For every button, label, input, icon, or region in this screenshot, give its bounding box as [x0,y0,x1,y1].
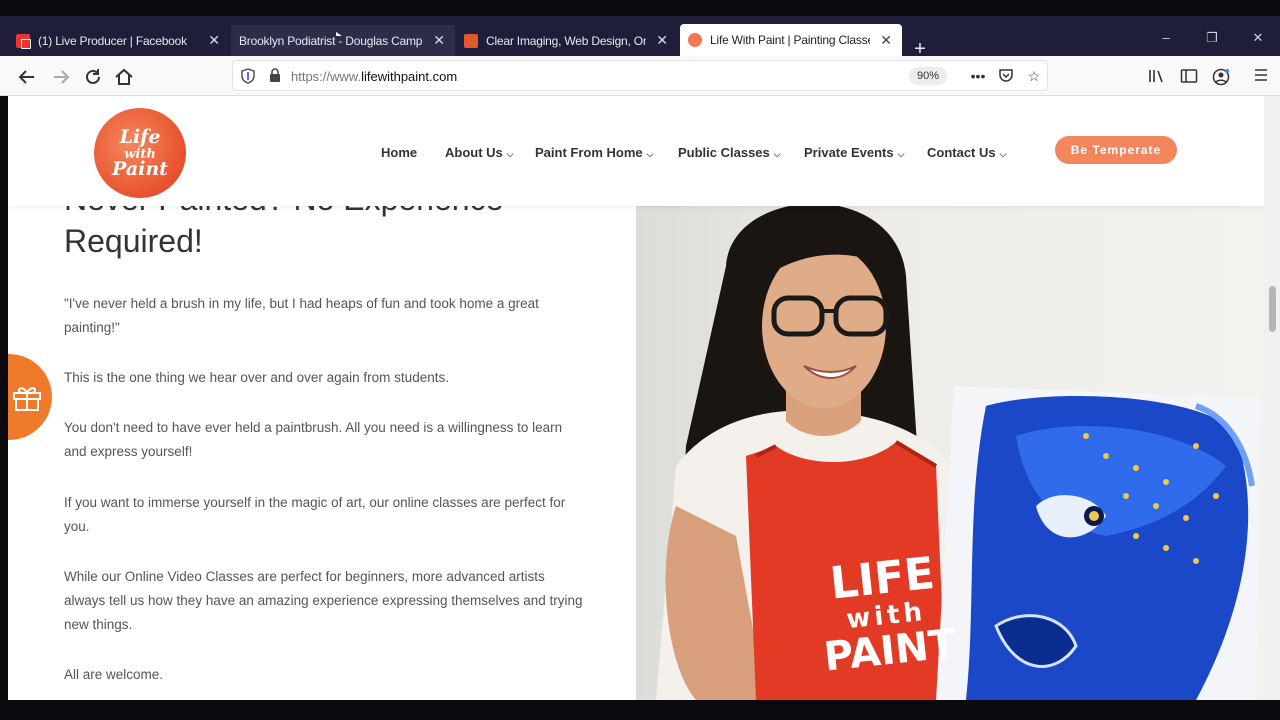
sidebar-icon[interactable] [1180,68,1198,86]
scrollbar-thumb[interactable] [1269,286,1276,332]
forward-button[interactable] [50,66,72,88]
tab-clear-imaging[interactable]: Clear Imaging, Web Design, Onl ✕ [456,25,678,56]
reload-icon [86,69,100,84]
site-header: Life with Paint Home About Us ⌵ Paint Fro… [8,96,1264,206]
nav-about-us[interactable]: About Us ⌵ [445,145,514,160]
chevron-down-icon: ⌵ [646,149,654,159]
nav-home-label: Home [381,145,418,160]
close-tab-icon[interactable]: ✕ [206,32,222,49]
window-bottom-edge [0,700,1280,720]
web-page: Life with Paint Home About Us ⌵ Paint Fro… [8,96,1264,700]
paragraph-online-classes: If you want to immerse yourself in the m… [64,495,566,534]
tab-title: Life With Paint | Painting Classe [710,33,870,47]
page-scrollbar[interactable] [1264,96,1280,700]
tab-life-with-paint[interactable]: Life With Paint | Painting Classe ✕ [680,24,902,56]
tab-facebook[interactable]: (1) Live Producer | Facebook ✕ [8,25,230,56]
nav-private-events[interactable]: Private Events ⌵ [804,145,904,160]
chevron-down-icon: ⌵ [999,149,1007,159]
address-bar[interactable]: https://www.lifewithpaint.com 90% ••• ☆ [232,60,1048,91]
bookmark-star-icon[interactable]: ☆ [1025,67,1043,85]
restore-button[interactable]: ❐ [1202,30,1222,46]
close-window-button[interactable]: ✕ [1248,30,1268,46]
logo-line-3: Paint [112,158,168,180]
url-prefix: https://www. [291,69,362,84]
account-icon[interactable] [1212,68,1230,86]
close-tab-icon[interactable]: ✕ [431,32,447,49]
tab-title: Clear Imaging, Web Design, Onl [486,33,646,48]
life-with-paint-logo[interactable]: Life with Paint [94,108,186,198]
account-icon [1212,68,1230,86]
mouse-cursor-icon [336,32,342,36]
nav-public-classes-label: Public Classes [678,145,770,160]
paragraph-advanced-artists: While our Online Video Classes are perfe… [64,569,583,632]
page-actions-icon[interactable]: ••• [969,67,987,85]
facebook-icon [16,33,31,49]
tab-title: Brooklyn Podiatrist - Douglas Camp [239,33,423,48]
navigation-toolbar: https://www.lifewithpaint.com 90% ••• ☆ [0,56,1280,96]
nav-about-us-label: About Us [445,145,503,160]
gift-icon [13,387,41,411]
nav-contact-us[interactable]: Contact Us ⌵ [927,145,1006,160]
url-text[interactable]: https://www.lifewithpaint.com [291,69,457,84]
hamburger-menu-icon[interactable] [1252,68,1270,86]
lifewithpaint-icon [688,33,702,47]
zoom-indicator[interactable]: 90% [909,67,947,85]
tab-brooklyn-podiatrist[interactable]: Brooklyn Podiatrist - Douglas Camp ✕ [231,25,455,56]
chevron-down-icon: ⌵ [506,149,514,159]
library-icon[interactable] [1148,68,1166,86]
reload-button[interactable] [82,66,104,88]
nav-paint-from-home-label: Paint From Home [535,145,643,160]
apron-print: LIFE with PAINT [800,548,971,681]
clear-imaging-icon [464,33,478,48]
library-icon [1149,70,1163,83]
gift-tab-button[interactable] [8,354,52,440]
nav-contact-us-label: Contact Us [927,145,996,160]
lock-icon[interactable] [269,68,281,83]
forward-arrow-icon [54,70,70,84]
nav-paint-from-home[interactable]: Paint From Home ⌵ [535,145,653,160]
browser-window: (1) Live Producer | Facebook ✕ Brooklyn … [0,0,1280,720]
hero-photo: LIFE with PAINT [636,206,1264,700]
hamburger-menu-icon [1255,69,1267,81]
tab-strip: (1) Live Producer | Facebook ✕ Brooklyn … [0,16,1280,59]
back-arrow-icon [18,70,34,84]
pocket-icon [999,69,1013,82]
logo-line-1: Life [119,126,161,148]
paragraph-students: This is the one thing we hear over and o… [64,370,449,385]
chevron-down-icon: ⌵ [897,149,905,159]
chevron-down-icon: ⌵ [773,149,781,159]
close-tab-icon[interactable]: ✕ [878,32,894,49]
sidebar-icon [1180,69,1198,83]
nav-public-classes[interactable]: Public Classes ⌵ [678,145,781,160]
paragraph-welcome: All are welcome. [64,667,164,682]
paragraph-testimonial: "I've never held a brush in my life, but… [64,296,539,335]
url-domain: lifewithpaint.com [361,69,458,84]
home-icon [115,68,133,85]
tab-title: (1) Live Producer | Facebook [38,33,187,48]
paragraph-no-experience: You don't need to have ever held a paint… [64,420,563,459]
nav-home[interactable]: Home [381,145,417,160]
home-button[interactable] [113,66,135,88]
nav-private-events-label: Private Events [804,145,894,160]
cta-button[interactable]: Be Temperate [1055,136,1177,164]
minimize-button[interactable]: – [1156,30,1176,45]
back-button[interactable] [16,66,38,88]
heading-line-2: Required! [64,223,203,259]
pocket-icon[interactable] [997,67,1015,85]
tracking-protection-icon[interactable] [241,68,255,84]
close-tab-icon[interactable]: ✕ [654,32,670,49]
